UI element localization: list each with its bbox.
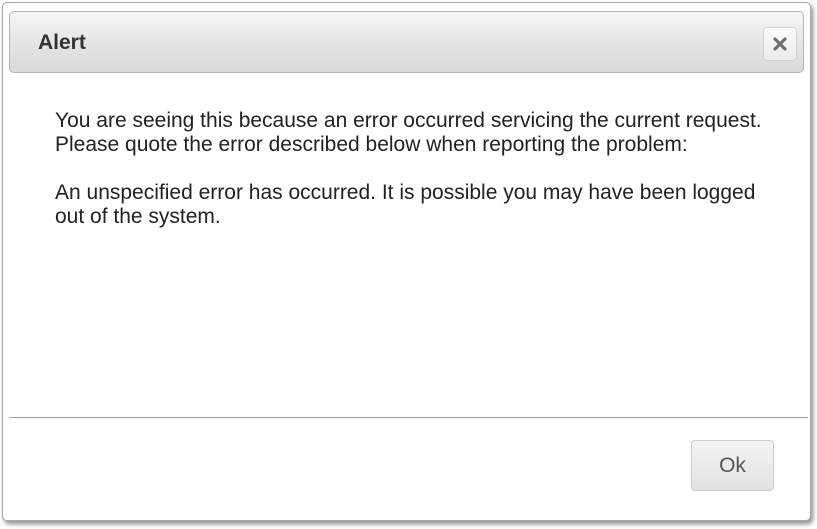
dialog-message: You are seeing this because an error occ…: [55, 109, 775, 229]
close-button[interactable]: [763, 27, 797, 61]
close-icon: [772, 36, 788, 52]
dialog-title: Alert: [38, 31, 86, 54]
footer-divider: [9, 417, 808, 418]
message-line-error: An unspecified error has occurred. It is…: [55, 181, 756, 228]
message-line-intro: You are seeing this because an error occ…: [55, 109, 762, 132]
ok-button[interactable]: Ok: [691, 440, 774, 491]
dialog-titlebar: Alert: [9, 11, 804, 73]
message-line-instruction: Please quote the error described below w…: [55, 133, 688, 156]
alert-dialog: Alert You are seeing this because an err…: [2, 2, 811, 521]
